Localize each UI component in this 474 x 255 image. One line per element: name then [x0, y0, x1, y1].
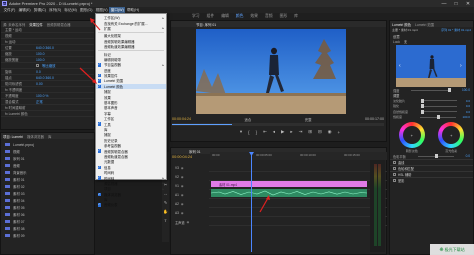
annotation-overlay: [79, 18, 270, 213]
annotation-arrow-lumetri-item: [79, 67, 96, 83]
annotation-arrow-clip: [259, 197, 269, 213]
annotation-arrow-menu: [91, 20, 101, 31]
